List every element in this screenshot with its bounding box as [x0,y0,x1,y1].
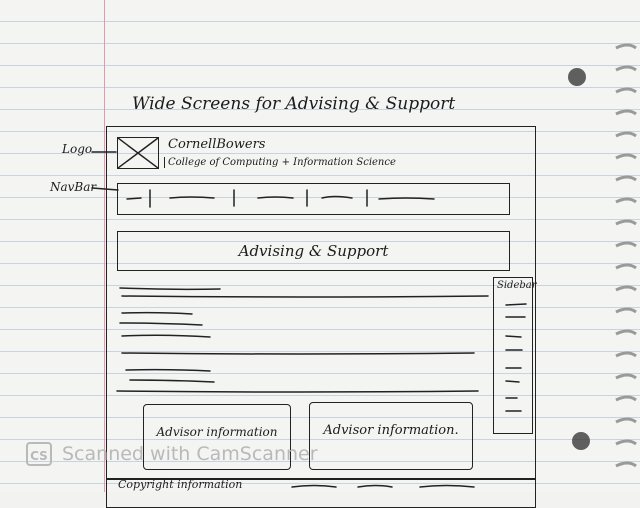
footer-scribble [291,484,337,488]
content-line [116,390,479,393]
content-line [121,295,489,298]
nav-item-scribble [378,197,435,200]
content-line [125,368,211,372]
content-line [121,311,193,315]
nav-item-scribble [169,196,215,199]
nav-item-scribble [126,197,142,200]
footer-scribble [419,484,475,488]
camscanner-watermark: CS Scanned with CamScanner [26,440,366,470]
nav-item-scribble [257,196,294,199]
footer-scribble [357,484,393,488]
content-line [121,352,475,355]
content-line [119,322,203,326]
sidebar-item [505,380,520,383]
sidebar-item [505,335,522,338]
watermark-text: Scanned with CamScanner [62,443,318,465]
camscanner-icon: CS [26,442,52,466]
annotation-arrow [91,187,119,191]
sidebar-item [505,303,527,306]
nav-item-scribble [321,195,353,199]
sketch-scribbles [91,151,527,488]
content-line [121,334,211,338]
content-line [129,379,215,383]
content-line [119,287,221,291]
